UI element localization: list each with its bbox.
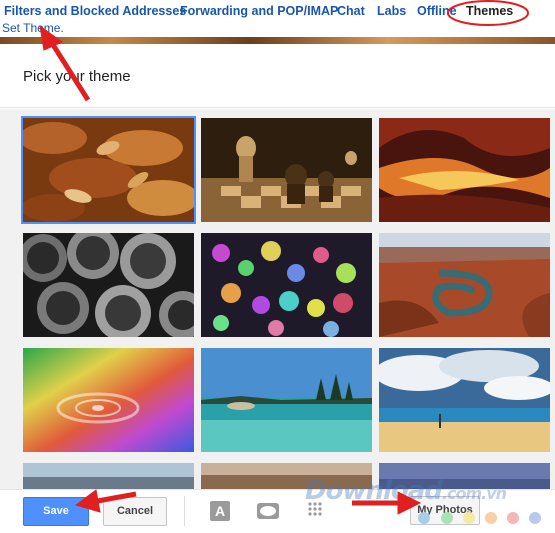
color-swatch[interactable] <box>485 512 497 524</box>
theme-thumb-rainbow-water[interactable] <box>23 348 194 452</box>
beach-clouds-image <box>379 348 550 452</box>
theme-thumb-chess-pieces[interactable] <box>201 118 372 222</box>
cancel-button[interactable]: Cancel <box>103 497 167 526</box>
theme-background-strip <box>0 37 555 44</box>
footer-divider <box>184 496 185 526</box>
metal-pipes-image <box>23 233 194 337</box>
river-bend-image <box>379 233 550 337</box>
watermark-text: Download <box>305 476 443 506</box>
tab-offline[interactable]: Offline <box>417 4 457 18</box>
lake-shore-image <box>201 348 372 452</box>
theme-thumb-lake-shore[interactable] <box>201 348 372 452</box>
theme-thumb-metal-pipes[interactable] <box>23 233 194 337</box>
color-swatch[interactable] <box>418 512 430 524</box>
theme-thumb-bokeh-lights[interactable] <box>201 233 372 337</box>
svg-text:A: A <box>215 503 225 519</box>
text-color-icon[interactable]: A <box>208 500 232 522</box>
chess-pieces-image <box>201 118 372 222</box>
color-swatch[interactable] <box>507 512 519 524</box>
theme-thumb-canyon[interactable] <box>379 118 550 222</box>
tab-filters[interactable]: Filters and Blocked Addresses <box>4 4 186 18</box>
dialog-header: Pick your theme <box>0 44 555 108</box>
breadcrumb[interactable]: Set Theme. <box>2 21 64 35</box>
theme-picker-dialog: Pick your theme Save Cancel A My Photos <box>0 44 555 533</box>
watermark-suffix: .com.vn <box>441 484 507 503</box>
canyon-image <box>379 118 550 222</box>
tab-chat[interactable]: Chat <box>337 4 365 18</box>
dialog-title: Pick your theme <box>23 68 131 85</box>
settings-tab-bar: Filters and Blocked Addresses Forwarding… <box>0 0 555 40</box>
autumn-leaves-image <box>23 118 194 222</box>
theme-thumb-autumn-leaves[interactable] <box>21 116 196 224</box>
vignette-icon[interactable] <box>256 500 280 522</box>
color-swatch[interactable] <box>441 512 453 524</box>
partial-image-1 <box>23 463 194 489</box>
save-button[interactable]: Save <box>23 497 89 526</box>
bokeh-lights-image <box>201 233 372 337</box>
theme-thumb-partial-1[interactable] <box>23 463 194 489</box>
theme-thumb-river-bend[interactable] <box>379 233 550 337</box>
color-swatch[interactable] <box>529 512 541 524</box>
rainbow-water-image <box>23 348 194 452</box>
color-swatch[interactable] <box>463 512 475 524</box>
watermark-logo: Download.com.vn <box>305 476 507 506</box>
theme-grid <box>0 109 555 489</box>
tab-forwarding[interactable]: Forwarding and POP/IMAP <box>180 4 338 18</box>
tab-labs[interactable]: Labs <box>377 4 406 18</box>
theme-thumb-beach-clouds[interactable] <box>379 348 550 452</box>
tab-themes[interactable]: Themes <box>466 4 513 18</box>
